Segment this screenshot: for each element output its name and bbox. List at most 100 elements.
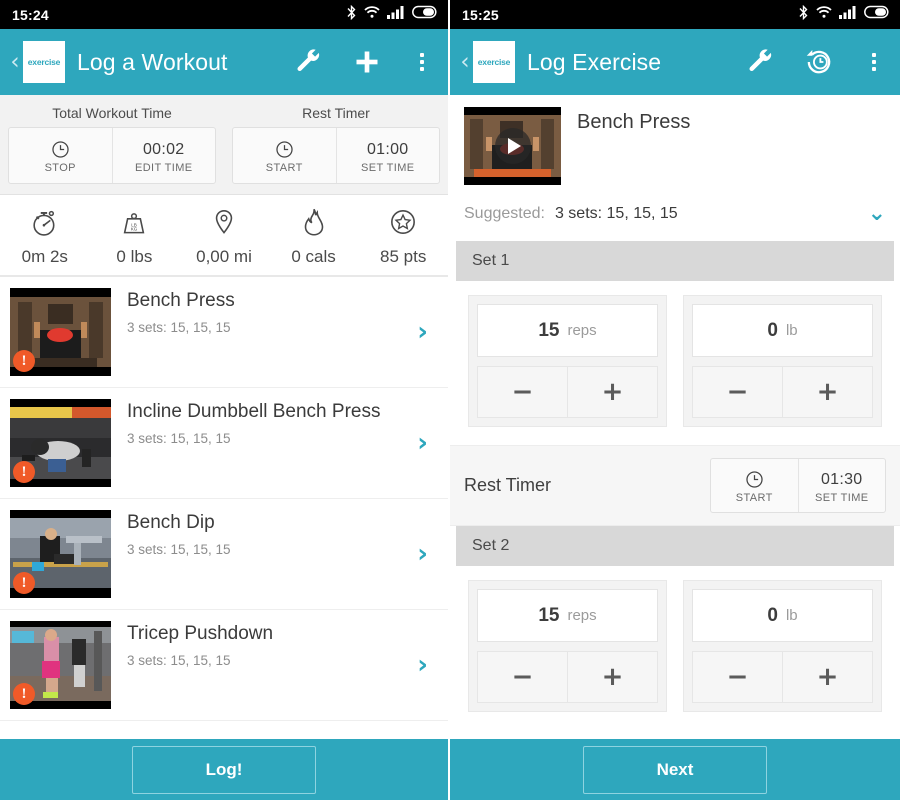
exercise-info: Tricep Pushdown 3 sets: 15, 15, 15 xyxy=(127,621,417,668)
stat-duration: 0m 2s xyxy=(0,205,90,267)
workout-stats-row: 0m 2s LB KG 0 lbs 0,00 mi 0 cals 85 pts xyxy=(0,195,448,277)
rest-timer-row: Rest Timer START 01:30 SET TIME xyxy=(450,445,900,526)
log-button[interactable]: Log! xyxy=(132,745,316,794)
screen-log-a-workout: 15:24 ‹ exercise Log a Workout Total Wor… xyxy=(0,0,450,800)
stat-calories: 0 cals xyxy=(269,205,359,267)
exercise-sets: 3 sets: 15, 15, 15 xyxy=(127,652,231,668)
exercise-thumbnail[interactable]: ! xyxy=(10,510,111,598)
reps-stepper-buttons: − + xyxy=(477,366,658,418)
reps-value: 15 xyxy=(538,319,560,341)
reps-stepper-buttons: − + xyxy=(477,651,658,703)
list-item[interactable]: ! Bench Dip 3 sets: 15, 15, 15 › xyxy=(0,499,448,610)
reps-stepper: 15 reps − + xyxy=(468,295,667,427)
chevron-right-icon[interactable]: › xyxy=(417,430,428,456)
exercise-info: Bench Press 3 sets: 15, 15, 15 xyxy=(127,288,417,335)
rest-timer-set-button[interactable]: 01:30 SET TIME xyxy=(797,459,886,512)
chevron-down-icon[interactable]: ⌄ xyxy=(868,203,886,225)
rest-timer-start-button[interactable]: START xyxy=(711,459,798,512)
weight-increment-button[interactable]: + xyxy=(782,367,872,417)
weight-decrement-button[interactable]: − xyxy=(693,367,782,417)
settings-wrench-button[interactable] xyxy=(280,29,338,95)
rest-timer-set-button[interactable]: 01:00 SET TIME xyxy=(335,128,440,183)
list-item[interactable]: ! Bench Press 3 sets: 15, 15, 15 › xyxy=(0,277,448,388)
status-bar-clock: 15:24 xyxy=(12,6,49,23)
list-item[interactable]: ! Incline Dumbbell Bench Press 3 sets: 1… xyxy=(0,388,448,499)
back-button[interactable]: ‹ xyxy=(8,50,22,74)
stopwatch-icon xyxy=(33,210,55,236)
reps-increment-button[interactable]: + xyxy=(567,367,657,417)
weight-input[interactable]: 0 lb xyxy=(692,304,873,357)
exercise-sets: 3 sets: 15, 15, 15 xyxy=(127,430,231,446)
total-timer-edit-button[interactable]: 00:02 EDIT TIME xyxy=(111,128,216,183)
svg-text:KG: KG xyxy=(131,227,138,232)
clock-icon xyxy=(276,141,293,158)
total-timer-value: 00:02 xyxy=(142,140,185,158)
reps-decrement-button[interactable]: − xyxy=(478,652,567,702)
reps-unit: reps xyxy=(567,322,597,339)
bluetooth-icon xyxy=(346,4,357,25)
reps-input[interactable]: 15 reps xyxy=(477,304,658,357)
signal-icon xyxy=(839,5,857,24)
weight-decrement-button[interactable]: − xyxy=(693,652,782,702)
exercise-thumbnail[interactable]: ! xyxy=(10,621,111,709)
flame-icon xyxy=(304,208,323,236)
history-button[interactable] xyxy=(790,29,848,95)
exercise-thumbnail[interactable]: ! xyxy=(10,288,111,376)
alert-badge: ! xyxy=(13,350,35,372)
exercise-thumbnail[interactable]: ! xyxy=(10,399,111,487)
status-bar-icons xyxy=(346,4,438,25)
weight-stepper: 0 lb − + xyxy=(683,295,882,427)
settings-wrench-button[interactable] xyxy=(732,29,790,95)
stat-points: 85 pts xyxy=(358,205,448,267)
reps-increment-button[interactable]: + xyxy=(567,652,657,702)
bluetooth-icon xyxy=(798,4,809,25)
exercise-name: Bench Dip xyxy=(127,512,215,533)
page-title: Log Exercise xyxy=(527,48,662,75)
bottom-bar-left: Log! xyxy=(0,736,448,800)
back-button[interactable]: ‹ xyxy=(458,50,472,74)
weight-stepper: 0 lb − + xyxy=(683,580,882,712)
stat-distance-value: 0,00 mi xyxy=(196,247,252,266)
status-bar-clock: 15:25 xyxy=(462,6,499,23)
next-button[interactable]: Next xyxy=(583,745,767,794)
star-badge-icon xyxy=(391,210,416,234)
page-title: Log a Workout xyxy=(77,48,228,75)
status-bar-left: 15:24 xyxy=(0,0,448,29)
exercise-sets: 3 sets: 15, 15, 15 xyxy=(127,541,231,557)
stat-distance: 0,00 mi xyxy=(179,205,269,267)
weight-input[interactable]: 0 lb xyxy=(692,589,873,642)
stat-points-value: 85 pts xyxy=(380,247,427,266)
status-bar-icons xyxy=(798,4,890,25)
overflow-menu-icon xyxy=(872,53,876,71)
reps-decrement-button[interactable]: − xyxy=(478,367,567,417)
location-pin-icon xyxy=(215,210,233,234)
rest-timer-start-button[interactable]: START xyxy=(233,128,336,183)
overflow-menu-button[interactable] xyxy=(848,29,900,95)
reps-stepper: 15 reps − + xyxy=(468,580,667,712)
list-item[interactable]: ! Tricep Pushdown 3 sets: 15, 15, 15 › xyxy=(0,610,448,721)
overflow-menu-icon xyxy=(420,53,424,71)
battery-icon xyxy=(864,5,890,24)
signal-icon xyxy=(387,5,405,24)
suggested-row[interactable]: Suggested: 3 sets: 15, 15, 15 ⌄ xyxy=(450,185,900,241)
chevron-right-icon[interactable]: › xyxy=(417,541,428,567)
weight-unit: lb xyxy=(785,607,798,624)
total-workout-timer-caption: Total Workout Time xyxy=(52,105,172,121)
exercise-header: Bench Press xyxy=(450,95,900,185)
weight-increment-button[interactable]: + xyxy=(782,652,872,702)
overflow-menu-button[interactable] xyxy=(396,29,448,95)
exercise-list: ! Bench Press 3 sets: 15, 15, 15 › ! Inc… xyxy=(0,277,448,736)
total-timer-stop-button[interactable]: STOP xyxy=(9,128,112,183)
add-exercise-button[interactable] xyxy=(338,29,396,95)
reps-input[interactable]: 15 reps xyxy=(477,589,658,642)
rest-timer-set-label: SET TIME xyxy=(814,491,869,504)
exercise-name: Incline Dumbbell Bench Press xyxy=(127,401,381,422)
history-icon xyxy=(806,50,831,74)
play-button-icon[interactable] xyxy=(494,128,531,164)
rest-timer-set-label: SET TIME xyxy=(360,161,415,174)
set-header: Set 1 xyxy=(456,241,894,281)
exercise-video-thumbnail[interactable] xyxy=(464,107,561,185)
app-logo-text: exercise xyxy=(477,57,511,67)
chevron-right-icon[interactable]: › xyxy=(417,652,428,678)
chevron-right-icon[interactable]: › xyxy=(417,319,428,345)
